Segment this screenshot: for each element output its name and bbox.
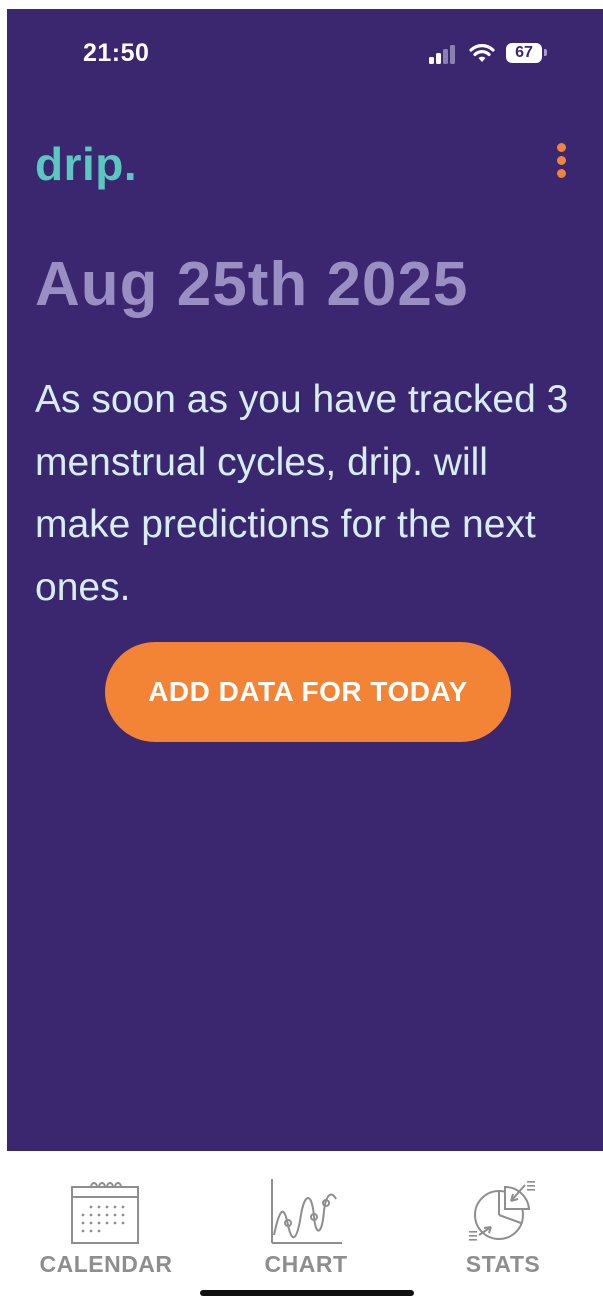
battery-icon: 67 [506, 43, 542, 63]
signal-icon [429, 42, 459, 66]
menu-dot [557, 169, 566, 178]
status-icons: 67 [429, 42, 559, 66]
battery-level: 67 [515, 44, 533, 61]
chart-icon [271, 1179, 342, 1244]
calendar-icon [71, 1182, 139, 1244]
app-logo: drip. [35, 138, 138, 190]
add-data-for-today-button[interactable]: ADD DATA FOR TODAY [105, 642, 511, 742]
wifi-icon [469, 44, 495, 62]
status-bar: 21:50 67 [7, 9, 603, 99]
tab-stats-label: STATS [465, 1251, 541, 1277]
app-screen: 21:50 67 drip. Aug 25th 2025 As soon as … [7, 9, 603, 1151]
tab-calendar-label: CALENDAR [39, 1251, 173, 1277]
status-time: 21:50 [83, 39, 150, 67]
menu-dot [557, 156, 566, 165]
tab-stats[interactable]: STATS [403, 1151, 603, 1286]
more-menu-button[interactable] [547, 143, 575, 187]
tab-chart[interactable]: CHART [206, 1151, 406, 1286]
home-indicator [200, 1290, 414, 1296]
tab-calendar[interactable]: CALENDAR [6, 1151, 206, 1286]
tab-chart-label: CHART [264, 1251, 348, 1277]
bottom-tab-bar: CALENDAR CHART STATS [0, 1151, 603, 1296]
date-title: Aug 25th 2025 [35, 250, 469, 319]
battery-cap [544, 49, 547, 56]
stats-pie-icon [469, 1181, 535, 1241]
more-vertical-icon [557, 143, 566, 152]
prediction-text: As soon as you have tracked 3 menstrual … [35, 378, 569, 609]
